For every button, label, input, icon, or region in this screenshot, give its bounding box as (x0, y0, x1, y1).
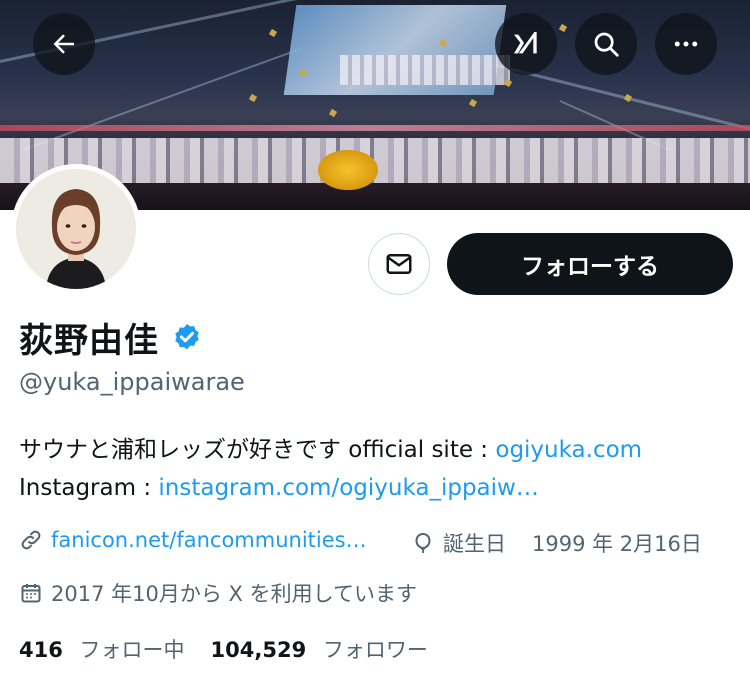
profile-name-row: 荻野由佳 (19, 313, 203, 362)
profile-handle: @yuka_ippaiwarae (19, 368, 245, 396)
website-link[interactable]: fanicon.net/fancommunities… (51, 528, 367, 552)
link-icon (21, 530, 41, 550)
birthday-row: 誕生日 1999 年 2月16日 (411, 528, 702, 558)
bio-instagram-label: Instagram : (19, 475, 159, 501)
verified-badge-icon[interactable] (171, 322, 203, 354)
avatar[interactable] (11, 164, 141, 294)
avatar-image (16, 169, 136, 289)
back-button[interactable] (33, 13, 95, 75)
more-button[interactable] (655, 13, 717, 75)
follow-button[interactable]: フォローする (447, 233, 733, 295)
arrow-left-icon (53, 34, 74, 54)
grok-button[interactable] (495, 13, 557, 75)
followers-link[interactable]: 104,529 フォロワー (211, 634, 428, 664)
profile-name: 荻野由佳 (19, 321, 159, 361)
joined-date: 2017 年10月から X を利用しています (51, 582, 417, 606)
search-button[interactable] (575, 13, 637, 75)
following-label: フォロー中 (79, 638, 185, 662)
follow-stats: 416 フォロー中 104,529 フォロワー (19, 634, 428, 664)
followers-label: フォロワー (322, 638, 428, 662)
more-horizontal-icon (674, 41, 698, 47)
birthday-label: 誕生日 (443, 532, 506, 556)
search-icon (594, 32, 619, 57)
joined-row: 2017 年10月から X を利用しています (19, 578, 417, 608)
followers-count: 104,529 (210, 638, 307, 662)
message-button[interactable] (368, 233, 430, 295)
following-count: 416 (19, 638, 63, 662)
calendar-icon (21, 584, 41, 603)
bio-text: サウナと浦和レッズが好きです official site : (19, 437, 496, 463)
mail-icon (386, 254, 412, 274)
following-link[interactable]: 416 フォロー中 (19, 634, 185, 664)
bio-instagram-link[interactable]: instagram.com/ogiyuka_ippaiw… (158, 475, 538, 501)
profile-bio: サウナと浦和レッズが好きです official site : ogiyuka.c… (19, 431, 739, 507)
bio-site-link[interactable]: ogiyuka.com (495, 437, 642, 463)
birthday-value: 1999 年 2月16日 (532, 532, 702, 556)
website-row: fanicon.net/fancommunities… (19, 528, 367, 552)
balloon-icon (415, 532, 431, 553)
grok-icon (514, 32, 537, 54)
